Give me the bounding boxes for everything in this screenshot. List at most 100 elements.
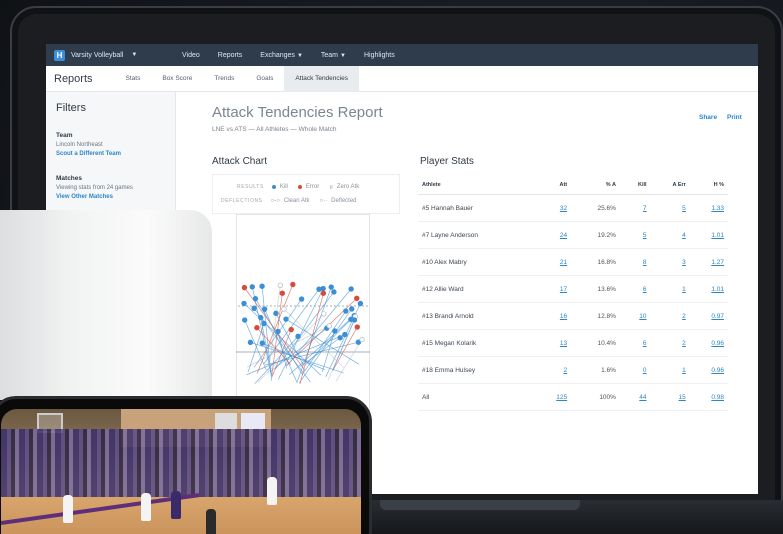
nav-video[interactable]: Video	[182, 52, 200, 59]
attack-point	[337, 335, 343, 341]
att-cell[interactable]: 17	[536, 275, 572, 303]
attack-point	[320, 290, 327, 296]
nav-exchanges[interactable]: Exchanges ▼	[260, 52, 303, 59]
pct-a-cell: 16.8%	[571, 248, 620, 276]
col-att[interactable]: Att	[536, 176, 572, 195]
athlete-cell: #15 Megan Kolarik	[418, 329, 537, 357]
attack-point	[348, 286, 354, 292]
player-figure	[171, 491, 181, 519]
tab-attack-tendencies[interactable]: Attack Tendencies	[284, 65, 359, 92]
tab-stats[interactable]: Stats	[115, 66, 152, 92]
att-cell[interactable]: 2	[536, 356, 572, 384]
a-err-cell[interactable]: 15	[650, 383, 690, 411]
h-pct-cell[interactable]: 0.96	[689, 356, 728, 384]
att-cell[interactable]: 13	[536, 329, 572, 357]
h-pct-cell[interactable]: 1.01	[689, 275, 728, 303]
tab-box-score[interactable]: Box Score	[151, 66, 203, 92]
deflected-icon: ○··	[319, 198, 328, 204]
kill-dot-icon	[271, 185, 276, 189]
h-pct-cell[interactable]: 0.96	[689, 329, 728, 357]
athlete-cell: #13 Brandi Arnold	[418, 302, 537, 330]
attack-point	[316, 286, 322, 292]
attack-point	[357, 300, 364, 307]
player-figure	[141, 493, 151, 521]
table-row[interactable]: #13 Brandi Arnold 16 12.8% 10 2 0.97	[418, 302, 728, 330]
player-stats-title: Player Stats	[420, 156, 474, 167]
gym-banner	[241, 413, 265, 429]
attack-point	[354, 295, 360, 302]
attack-point	[252, 295, 259, 302]
athlete-cell: All	[418, 383, 537, 411]
share-link[interactable]: Share	[699, 114, 717, 121]
table-row[interactable]: All 125 100% 44 15 0.98	[418, 383, 728, 411]
player-figure	[267, 477, 277, 505]
attack-point	[258, 314, 264, 321]
team-selector[interactable]: H Varsity Volleyball ▼	[54, 49, 164, 61]
legend-zero-atk: Zero Atk	[336, 184, 360, 190]
nav-reports[interactable]: Reports	[218, 52, 243, 59]
legend-deflections-label: DEFLECTIONS	[221, 198, 263, 204]
print-link[interactable]: Print	[727, 114, 742, 121]
table-row[interactable]: #12 Allie Ward 17 13.6% 6 1 1.01	[418, 275, 728, 303]
kill-cell[interactable]: 0	[619, 356, 651, 384]
athlete-cell: #5 Hannah Bauer	[418, 194, 537, 222]
a-err-cell[interactable]: 1	[650, 356, 690, 384]
table-row[interactable]: #15 Megan Kolarik 13 10.4% 6 2 0.96	[418, 329, 728, 357]
att-cell[interactable]: 24	[536, 221, 572, 249]
col-athlete[interactable]: Athlete	[418, 176, 537, 195]
attack-point	[249, 284, 255, 290]
att-cell[interactable]: 21	[536, 248, 572, 276]
kill-cell[interactable]: 44	[619, 383, 651, 411]
gym-banner	[215, 413, 237, 429]
a-err-cell[interactable]: 1	[650, 275, 690, 303]
attack-point	[354, 324, 360, 330]
attack-chart-title: Attack Chart	[212, 156, 268, 167]
table-row[interactable]: #5 Hannah Bauer 32 25.6% 7 5 1.33	[418, 194, 728, 222]
col-h-pct[interactable]: H %	[689, 176, 728, 195]
legend-error: Error	[305, 184, 320, 190]
attack-point	[241, 284, 248, 291]
a-err-cell[interactable]: 2	[650, 302, 690, 330]
att-cell[interactable]: 16	[536, 302, 572, 330]
attack-point	[288, 326, 294, 333]
scout-team-link[interactable]: Scout a Different Team	[56, 151, 165, 157]
a-err-cell[interactable]: 2	[650, 329, 690, 357]
h-pct-cell[interactable]: 1.27	[689, 248, 728, 276]
h-pct-cell[interactable]: 1.33	[689, 194, 728, 222]
h-pct-cell[interactable]: 0.98	[689, 383, 728, 411]
col-pct-a[interactable]: % A	[571, 176, 620, 195]
h-pct-cell[interactable]: 0.97	[689, 302, 728, 330]
kill-cell[interactable]: 6	[619, 275, 651, 303]
game-video-thumbnail[interactable]	[1, 409, 361, 534]
view-matches-link[interactable]: View Other Matches	[56, 194, 165, 200]
table-row[interactable]: #18 Emma Hulsey 2 1.6% 0 1 0.96	[418, 356, 728, 384]
nav-team[interactable]: Team ▼	[321, 52, 346, 59]
page-title: Reports	[54, 72, 93, 85]
matches-value: Viewing stats from 24 games	[56, 185, 133, 191]
a-err-cell[interactable]: 5	[650, 194, 690, 222]
kill-cell[interactable]: 5	[619, 221, 651, 249]
tab-trends[interactable]: Trends	[203, 66, 245, 92]
nav-highlights[interactable]: Highlights	[364, 52, 395, 59]
chevron-down-icon: ▼	[131, 52, 138, 58]
h-pct-cell[interactable]: 1.01	[689, 221, 728, 249]
att-cell[interactable]: 32	[536, 194, 572, 222]
kill-cell[interactable]: 7	[619, 194, 651, 222]
team-value: Lincoln Northeast	[56, 142, 103, 148]
a-err-cell[interactable]: 3	[650, 248, 690, 276]
table-row[interactable]: #7 Layne Anderson 24 19.2% 5 4 1.01	[418, 221, 728, 249]
attack-point	[343, 308, 349, 314]
table-row[interactable]: #10 Alex Mabry 21 16.8% 8 3 1.27	[418, 248, 728, 276]
col-kill[interactable]: Kill	[619, 176, 651, 195]
attack-point	[331, 289, 337, 295]
attack-point	[298, 296, 305, 302]
kill-cell[interactable]: 10	[619, 302, 651, 330]
a-err-cell[interactable]: 4	[650, 221, 690, 249]
pct-a-cell: 10.4%	[571, 329, 620, 357]
att-cell[interactable]: 125	[536, 383, 572, 411]
tab-goals[interactable]: Goals	[245, 66, 284, 92]
attack-point	[326, 323, 333, 329]
kill-cell[interactable]: 6	[619, 329, 651, 357]
kill-cell[interactable]: 8	[619, 248, 651, 276]
col-a-err[interactable]: A Err	[650, 176, 690, 195]
